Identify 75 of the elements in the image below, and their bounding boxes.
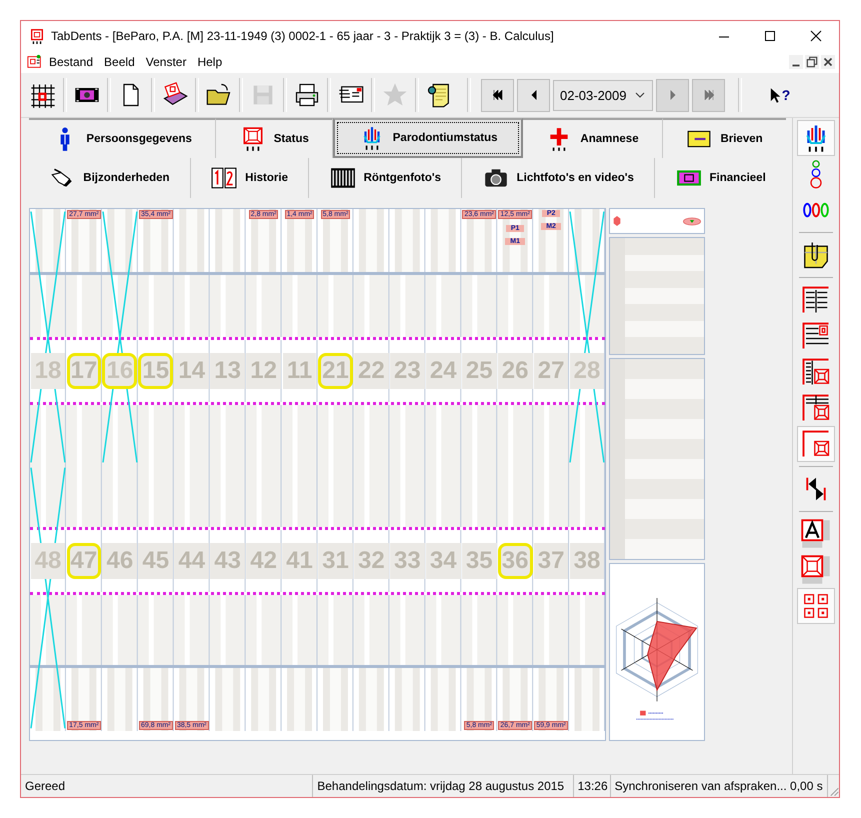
resize-grip-icon <box>828 785 839 797</box>
minimize-icon[interactable] <box>789 55 803 69</box>
tab[interactable]: Brieven <box>663 118 786 158</box>
tooth-number[interactable]: 26 <box>498 353 532 389</box>
toolbar-button[interactable] <box>481 78 514 112</box>
tooth-number[interactable]: 43 <box>210 543 245 579</box>
tab[interactable]: Historie <box>190 158 310 198</box>
tooth-number[interactable]: 24 <box>426 353 461 389</box>
tooth-number[interactable]: 22 <box>354 353 389 389</box>
tooth-number[interactable]: 12 <box>246 353 281 389</box>
tooth-number[interactable]: 21 <box>318 353 353 389</box>
printer-icon <box>293 81 321 109</box>
tooth-number[interactable]: 34 <box>426 543 461 579</box>
document-lines-icon <box>801 285 832 315</box>
tooth-number[interactable]: 44 <box>174 543 210 579</box>
legend-swatch <box>640 710 646 716</box>
menu-item[interactable]: Bestand <box>49 53 100 71</box>
tab[interactable]: Anamnese <box>523 118 664 158</box>
toolbar-button[interactable] <box>517 78 550 112</box>
restore-icon[interactable] <box>805 55 819 69</box>
tab[interactable]: Parodontiumstatus <box>333 118 523 158</box>
tooth-number[interactable]: 33 <box>390 543 425 579</box>
close-icon[interactable] <box>821 55 835 69</box>
tooth-number[interactable]: 14 <box>174 353 210 389</box>
status-text: Behandelingsdatum: vrijdag 28 augustus 2015 <box>313 775 574 797</box>
tooth-number[interactable]: 25 <box>462 353 497 389</box>
date-dropdown[interactable]: 02-03-2009 <box>553 80 653 110</box>
next-icon <box>668 89 678 101</box>
side-tool-button[interactable] <box>797 120 836 156</box>
document-split-icon <box>801 357 832 387</box>
status-text: 13:26 <box>574 775 611 797</box>
tooth-number[interactable]: 36 <box>498 543 532 579</box>
tooth-number[interactable]: 23 <box>390 353 425 389</box>
font-size-icon <box>801 519 832 549</box>
tab[interactable]: Lichtfoto's en video's <box>462 158 656 198</box>
tooth-number[interactable]: 27 <box>534 353 568 389</box>
tooth-number[interactable]: 37 <box>534 543 568 579</box>
pocket-marker-icon <box>682 216 702 226</box>
tooth-number[interactable]: 38 <box>570 543 604 579</box>
tooth-number[interactable]: 11 <box>282 353 316 389</box>
tab[interactable]: Röntgenfoto's <box>309 158 462 198</box>
number-pages-icon <box>211 165 238 191</box>
legend-text-drawing <box>636 712 674 720</box>
menu-item[interactable]: Beeld <box>104 53 142 71</box>
status-text: Synchroniseren van afspraken... 0,00 s <box>610 775 828 797</box>
menu-item[interactable]: Help <box>197 53 230 71</box>
tooth-number[interactable]: 47 <box>66 543 102 579</box>
tab[interactable]: Bijzonderheden <box>29 158 191 198</box>
app-icon <box>29 28 45 44</box>
tooth-number[interactable]: 42 <box>246 543 281 579</box>
document-icon <box>27 54 43 70</box>
document-tooth-icon <box>801 321 832 351</box>
document-grid-icon <box>801 393 832 423</box>
tooth-number[interactable]: 15 <box>138 353 174 389</box>
tooth-number[interactable]: 45 <box>138 543 174 579</box>
status-text: Gereed <box>21 775 314 797</box>
document-corner-icon <box>801 429 832 459</box>
tooth-number[interactable]: 17 <box>66 353 102 389</box>
close-icon[interactable] <box>809 29 823 43</box>
tooth-number[interactable]: 46 <box>102 543 138 579</box>
tab[interactable]: Financieel <box>655 158 786 198</box>
tooth-number[interactable]: 32 <box>354 543 389 579</box>
skip-first-icon <box>492 89 502 101</box>
window-title: TabDents - [BeParo, P.A. [M] 23-11-1949 (3) 0002-1 - 65 jaar - 3 - Praktijk 3 = (3) - B. Calculus] <box>51 29 555 43</box>
tooth-number[interactable]: 35 <box>462 543 497 579</box>
tooth-icon <box>612 215 622 227</box>
tab[interactable]: Persoonsgegevens <box>29 118 216 158</box>
tooth-size-icon <box>801 555 832 585</box>
tooth-number[interactable]: 41 <box>282 543 317 579</box>
tooth-number[interactable]: 31 <box>318 543 353 579</box>
maximize-icon[interactable] <box>763 29 777 43</box>
pointer-icon <box>770 86 782 104</box>
menu-item[interactable]: Venster <box>146 53 194 71</box>
tooth-number[interactable]: 13 <box>210 353 245 389</box>
skip-last-icon <box>704 89 714 101</box>
